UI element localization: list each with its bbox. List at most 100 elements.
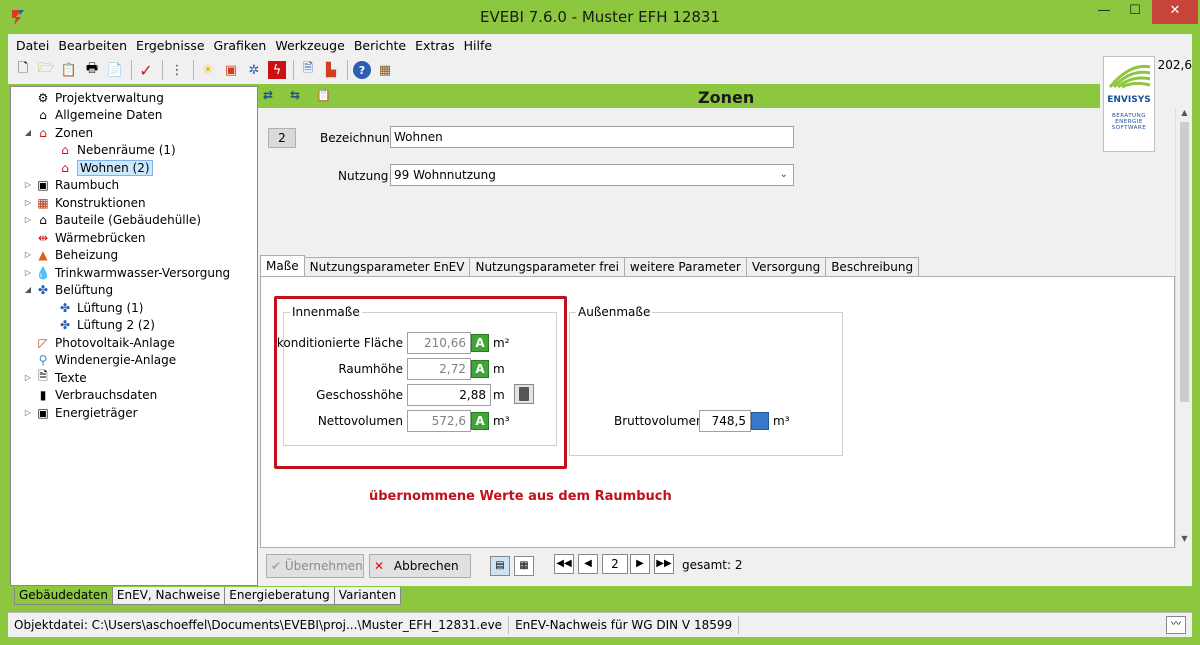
tree-item-lueftung-2[interactable]: ✤ Lüftung 2 (2) (45, 316, 155, 333)
tree-item-allgemeine-daten[interactable]: ⌂ Allgemeine Daten (23, 106, 162, 123)
tree-item-bauteile[interactable]: ▷ ⌂ Bauteile (Gebäudehülle) (23, 211, 201, 228)
maximize-button[interactable]: ☐ (1120, 0, 1150, 24)
apply-button[interactable]: ✔ Übernehmen (266, 554, 364, 578)
check-icon[interactable]: ✓ (137, 61, 155, 80)
next-record-icon[interactable]: ▶ (630, 554, 650, 574)
collapse-icon[interactable]: ◢ (23, 285, 33, 294)
print-icon[interactable]: 🖶 (83, 61, 101, 79)
last-record-icon[interactable]: ▶▶ (654, 554, 674, 574)
menu-ergebnisse[interactable]: Ergebnisse (136, 38, 205, 53)
first-record-icon[interactable]: ◀◀ (554, 554, 574, 574)
power-icon[interactable]: ϟ (268, 61, 286, 79)
chart-icon[interactable]: ▙ (322, 61, 340, 79)
scroll-up-icon[interactable]: ▲ (1176, 108, 1193, 117)
minimize-button[interactable]: — (1089, 0, 1119, 24)
window-component-icon[interactable]: ▣ (222, 61, 240, 79)
tree-item-trinkwarmwasser[interactable]: ▷ 💧 Trinkwarmwasser-Versorgung (23, 264, 230, 281)
tree-item-windenergie[interactable]: ⚲ Windenergie-Anlage (23, 351, 177, 368)
previous-record-icon[interactable]: ◀ (578, 554, 598, 574)
zone-house-icon: ⌂ (61, 142, 69, 157)
copy-zone-icon[interactable]: 📋 (316, 88, 336, 106)
scroll-down-icon[interactable]: ▼ (1176, 534, 1193, 543)
open-folder-icon[interactable]: 🗁 (37, 61, 55, 79)
copy-icon[interactable]: 📋 (60, 61, 78, 79)
menu-grafiken[interactable]: Grafiken (214, 38, 267, 53)
tree-item-lueftung-1[interactable]: ✤ Lüftung (1) (45, 299, 143, 316)
expand-icon[interactable]: ▷ (23, 268, 33, 277)
tab-versorgung[interactable]: Versorgung (745, 257, 827, 277)
tree-item-raumbuch[interactable]: ▷ ▣ Raumbuch (23, 176, 119, 193)
tree-item-projektverwaltung[interactable]: ⚙ Projektverwaltung (23, 89, 164, 106)
menu-datei[interactable]: Datei (16, 38, 49, 53)
tree-item-konstruktionen[interactable]: ▷ ▦ Konstruktionen (23, 194, 146, 211)
bruttovolumen-input[interactable]: 748,5 (699, 410, 751, 432)
sun-icon[interactable]: ☀ (199, 61, 217, 79)
expand-icon[interactable]: ▷ (23, 180, 33, 189)
tab-energieberatung[interactable]: Energieberatung (224, 587, 335, 605)
record-number-input[interactable]: 2 (602, 554, 628, 574)
tab-beschreibung[interactable]: Beschreibung (825, 257, 920, 277)
calculator-icon[interactable]: ▦ (376, 61, 394, 79)
new-file-icon[interactable]: 🗋 (14, 61, 32, 79)
tab-nutzungsparameter-enev[interactable]: Nutzungsparameter EnEV (303, 257, 471, 277)
building-parts-icon: ⌂ (39, 212, 47, 227)
tree-item-energietraeger[interactable]: ▷ ▣ Energieträger (23, 404, 138, 421)
tab-enev-nachweise[interactable]: EnEV, Nachweise (111, 587, 226, 605)
tree-item-belueftung[interactable]: ◢ ✤ Belüftung (23, 281, 113, 298)
tab-gebaeudedaten[interactable]: Gebäudedaten (14, 587, 113, 605)
ventilation-icon[interactable]: ✲ (245, 61, 263, 79)
tree-item-wohnen[interactable]: ⌂ Wohnen (2) (45, 159, 153, 176)
tree-item-beheizung[interactable]: ▷ ▲ Beheizung (23, 246, 118, 263)
form-view-icon[interactable]: ▤ (490, 556, 510, 576)
tree-structure-icon[interactable]: ⋮ (168, 61, 186, 79)
add-zone-icon[interactable]: ⇄ (263, 88, 283, 106)
clipboard-icon[interactable]: 📄 (106, 61, 124, 79)
nutzung-select[interactable]: 99 Wohnnutzung ⌄ (390, 164, 794, 186)
toolbar-separator (131, 60, 132, 80)
panel-header: ⇄ ⇆ 📋 Zonen (258, 86, 1100, 108)
status-graph-icon[interactable]: 〰 (1166, 616, 1186, 634)
zone-number: 2 (268, 128, 296, 148)
room-book-icon: ▣ (37, 177, 49, 192)
help-icon[interactable]: ? (353, 61, 371, 79)
table-view-icon[interactable]: ▦ (514, 556, 534, 576)
tree-item-photovoltaik[interactable]: ◸ Photovoltaik-Anlage (23, 334, 175, 351)
bezeichnung-label: Bezeichnung (320, 131, 398, 145)
raumbuch-note: übernommene Werte aus dem Raumbuch (369, 489, 672, 504)
vertical-scrollbar[interactable]: ▲ ▼ (1175, 108, 1192, 548)
tree-item-zonen[interactable]: ◢ ⌂ Zonen (23, 124, 93, 141)
nutzung-label: Nutzung (338, 169, 389, 183)
menu-extras[interactable]: Extras (415, 38, 455, 53)
bezeichnung-input[interactable]: Wohnen (390, 126, 794, 148)
ventilation-fan-icon: ✤ (37, 282, 49, 297)
expand-icon[interactable]: ▷ (23, 198, 33, 207)
highlight-box (274, 296, 567, 469)
expand-icon[interactable]: ▷ (23, 408, 33, 417)
collapse-icon[interactable]: ◢ (23, 128, 33, 137)
remove-zone-icon[interactable]: ⇆ (290, 88, 310, 106)
tree-item-texte[interactable]: ▷ 🗎 Texte (23, 369, 87, 386)
toolbar: 🗋 🗁 📋 🖶 📄 ✓ ⋮ ☀ ▣ ✲ ϟ 🗎 ▙ ? ▦ (8, 56, 1100, 84)
toolbar-separator (347, 60, 348, 80)
tab-masse[interactable]: Maße (260, 255, 305, 277)
tab-nutzungsparameter-frei[interactable]: Nutzungsparameter frei (469, 257, 625, 277)
edit-pen-icon[interactable] (751, 412, 769, 430)
panel-title: Zonen (698, 88, 755, 107)
cancel-button[interactable]: ✕ Abbrechen (369, 554, 471, 578)
close-button[interactable]: ✕ (1152, 0, 1198, 24)
tree-item-verbrauchsdaten[interactable]: ▮ Verbrauchsdaten (23, 386, 158, 403)
tree-item-nebenraeume[interactable]: ⌂ Nebenräume (1) (45, 141, 176, 158)
expand-icon[interactable]: ▷ (23, 215, 33, 224)
thermal-bridge-icon: ⇹ (37, 230, 49, 245)
tree-item-waermebruecken[interactable]: ⇹ Wärmebrücken (23, 229, 146, 246)
tab-weitere-parameter[interactable]: weitere Parameter (623, 257, 747, 277)
report-icon[interactable]: 🗎 (299, 61, 317, 79)
scroll-thumb[interactable] (1180, 122, 1189, 402)
menu-hilfe[interactable]: Hilfe (464, 38, 492, 53)
expand-icon[interactable]: ▷ (23, 373, 33, 382)
tab-varianten[interactable]: Varianten (333, 587, 402, 605)
menu-berichte[interactable]: Berichte (354, 38, 406, 53)
menu-werkzeuge[interactable]: Werkzeuge (275, 38, 345, 53)
expand-icon[interactable]: ▷ (23, 250, 33, 259)
menu-bearbeiten[interactable]: Bearbeiten (58, 38, 127, 53)
